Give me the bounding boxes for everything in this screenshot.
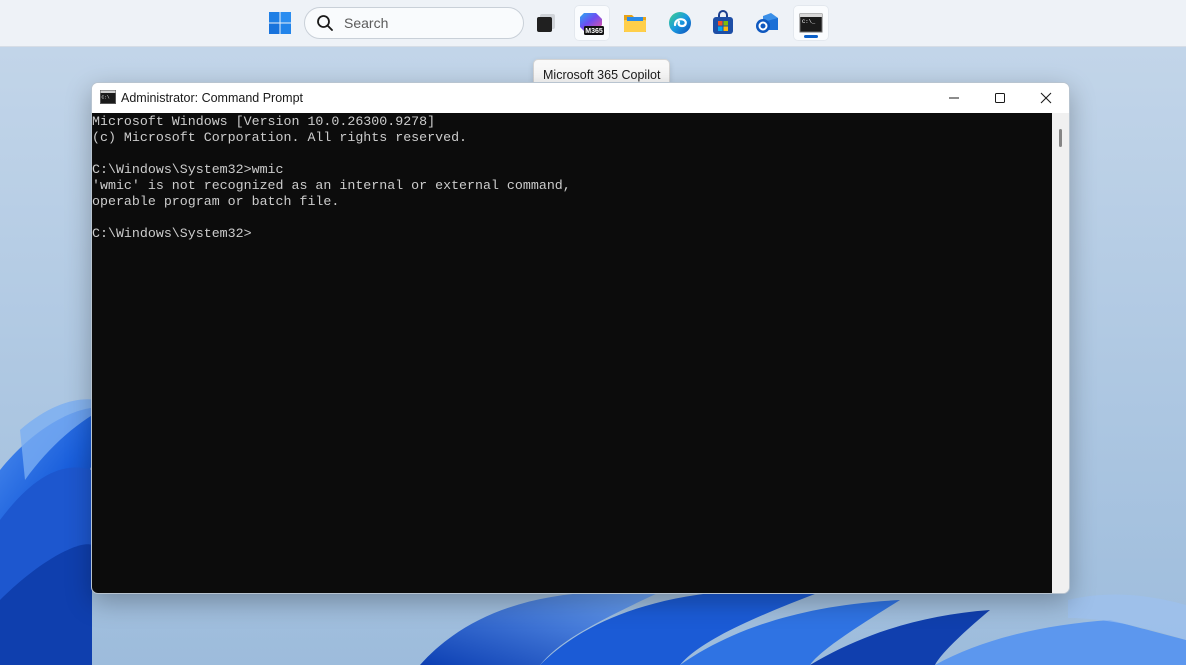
close-button[interactable] (1023, 83, 1069, 113)
windows-start-button[interactable] (262, 5, 298, 41)
microsoft-store-button[interactable] (705, 5, 741, 41)
edge-icon (669, 12, 691, 34)
microsoft-store-icon (713, 10, 733, 34)
file-explorer-icon (624, 15, 646, 32)
console-line: operable program or batch file. (92, 194, 340, 209)
maximize-icon (995, 93, 1005, 103)
console-prompt-line[interactable]: C:\Windows\System32> (92, 226, 1052, 242)
active-app-indicator (804, 35, 818, 38)
windows-start-icon (269, 12, 291, 34)
window-title: Administrator: Command Prompt (121, 91, 304, 105)
console-output[interactable]: Microsoft Windows [Version 10.0.26300.92… (92, 113, 1052, 593)
outlook-icon (756, 13, 778, 33)
m365-badge: M365 (585, 28, 603, 35)
task-view-button[interactable] (528, 5, 564, 41)
command-prompt-icon: C:\ (100, 90, 116, 104)
console-line: (c) Microsoft Corporation. All rights re… (92, 130, 468, 145)
search-icon (317, 15, 333, 31)
vertical-scrollbar[interactable] (1052, 113, 1069, 593)
command-prompt-taskbar-button[interactable]: C:\_ (793, 5, 829, 41)
command-prompt-icon: C:\_ (799, 13, 823, 33)
outlook-button[interactable] (749, 5, 785, 41)
maximize-button[interactable] (977, 83, 1023, 113)
search-input[interactable] (342, 14, 506, 32)
microsoft-365-copilot-icon: M365 (580, 13, 604, 35)
taskbar: M365 (0, 0, 1186, 47)
svg-text:C:\_: C:\_ (802, 18, 816, 25)
console-line: C:\Windows\System32>wmic (92, 162, 284, 177)
close-icon (1040, 92, 1052, 104)
task-view-icon (537, 14, 555, 32)
command-prompt-window[interactable]: C:\ Administrator: Command Prompt Micros… (91, 82, 1070, 594)
microsoft-365-copilot-button[interactable]: M365 (574, 5, 610, 41)
console-line: Microsoft Windows [Version 10.0.26300.92… (92, 114, 436, 129)
window-titlebar[interactable]: C:\ Administrator: Command Prompt (92, 83, 1069, 113)
edge-button[interactable] (662, 5, 698, 41)
minimize-icon (949, 97, 959, 99)
scrollbar-thumb[interactable] (1059, 129, 1062, 147)
svg-text:C:\: C:\ (102, 95, 110, 101)
taskbar-search-box[interactable] (304, 7, 524, 39)
minimize-button[interactable] (931, 83, 977, 113)
file-explorer-button[interactable] (617, 5, 653, 41)
console-line: 'wmic' is not recognized as an internal … (92, 178, 571, 193)
